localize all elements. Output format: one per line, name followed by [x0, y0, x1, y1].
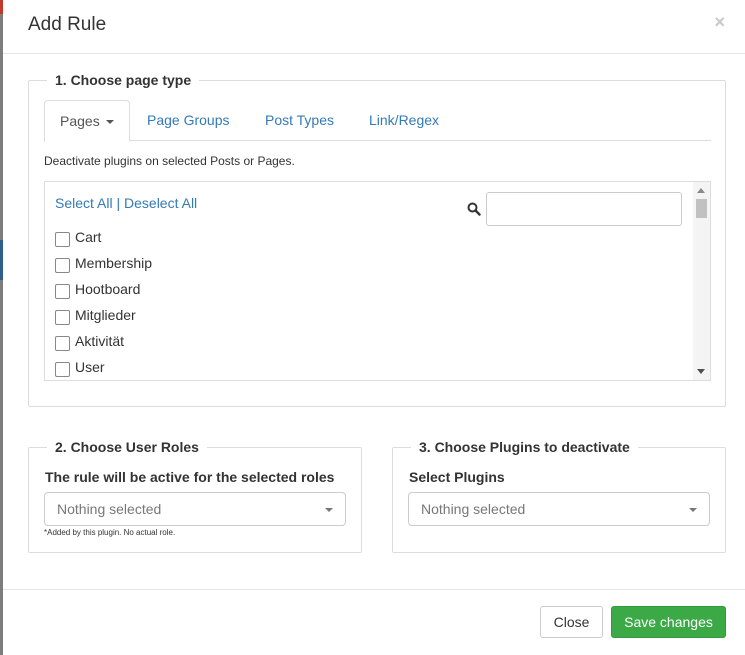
- tab-post-types[interactable]: Post Types: [250, 100, 349, 141]
- plugins-label: Select Plugins: [409, 469, 505, 485]
- search-icon: [467, 202, 481, 216]
- page-checkbox[interactable]: [55, 231, 70, 247]
- item-label: Membership: [75, 255, 153, 271]
- tab-label: Pages: [60, 113, 100, 129]
- backdrop-edge: [0, 240, 3, 280]
- page-checkbox[interactable]: [55, 335, 70, 351]
- select-links: Select All | Deselect All: [55, 195, 197, 211]
- close-icon[interactable]: ×: [714, 12, 725, 33]
- tab-link-regex[interactable]: Link/Regex: [354, 100, 454, 141]
- roles-select[interactable]: Nothing selected: [44, 492, 346, 526]
- tab-page-groups[interactable]: Page Groups: [132, 100, 245, 141]
- plugins-select[interactable]: Nothing selected: [408, 492, 710, 526]
- tab-pages[interactable]: Pages: [44, 100, 130, 142]
- list-item: Mitglieder: [55, 302, 152, 328]
- page-list: Cart Membership Hootboard Mitglieder Akt…: [55, 224, 152, 380]
- pages-listbox: Select All | Deselect All Cart Membershi…: [44, 181, 711, 381]
- chevron-down-icon: [689, 508, 697, 512]
- scroll-thumb[interactable]: [696, 199, 707, 218]
- caret-down-icon: [105, 120, 114, 125]
- dialog-footer: Close Save changes: [3, 589, 745, 655]
- link-separator: |: [116, 195, 121, 211]
- scroll-down-arrow-icon[interactable]: [697, 369, 705, 374]
- list-scrollbar[interactable]: [693, 182, 710, 380]
- list-item: Hootboard: [55, 276, 152, 302]
- save-changes-button[interactable]: Save changes: [611, 606, 726, 638]
- page-type-section: 1. Choose page type Pages Page Groups Po…: [28, 72, 726, 407]
- roles-note: *Added by this plugin. No actual role.: [44, 528, 176, 537]
- item-label: Aktivität: [75, 333, 125, 349]
- section-legend: 2. Choose User Roles: [47, 439, 207, 455]
- list-item: Aktivität: [55, 328, 152, 354]
- page-type-tabs: Pages Page Groups Post Types Link/Regex: [44, 100, 711, 142]
- user-roles-section: 2. Choose User Roles The rule will be ac…: [28, 439, 362, 553]
- section-legend: 1. Choose page type: [47, 72, 200, 88]
- search-input[interactable]: [486, 192, 682, 226]
- page-checkbox[interactable]: [55, 309, 70, 325]
- select-all-link[interactable]: Select All: [55, 195, 113, 211]
- list-item: User: [55, 354, 152, 380]
- item-label: Cart: [75, 229, 102, 245]
- select-value: Nothing selected: [57, 501, 162, 517]
- dialog-title: Add Rule: [28, 14, 107, 35]
- chevron-down-icon: [325, 508, 333, 512]
- section-legend: 3. Choose Plugins to deactivate: [411, 439, 638, 455]
- item-label: Hootboard: [75, 281, 141, 297]
- roles-label: The rule will be active for the selected…: [45, 469, 335, 485]
- plugins-section: 3. Choose Plugins to deactivate Select P…: [392, 439, 726, 553]
- select-value: Nothing selected: [421, 501, 526, 517]
- section-description: Deactivate plugins on selected Posts or …: [44, 154, 295, 168]
- item-label: User: [75, 359, 105, 375]
- close-button[interactable]: Close: [540, 606, 603, 638]
- dialog-header: Add Rule ×: [3, 0, 745, 54]
- page-checkbox[interactable]: [55, 283, 70, 299]
- page-checkbox[interactable]: [55, 257, 70, 273]
- page-checkbox[interactable]: [55, 361, 70, 377]
- scroll-up-arrow-icon[interactable]: [697, 188, 705, 193]
- deselect-all-link[interactable]: Deselect All: [124, 195, 197, 211]
- item-label: Mitglieder: [75, 307, 136, 323]
- list-item: Membership: [55, 250, 152, 276]
- list-item: Cart: [55, 224, 152, 250]
